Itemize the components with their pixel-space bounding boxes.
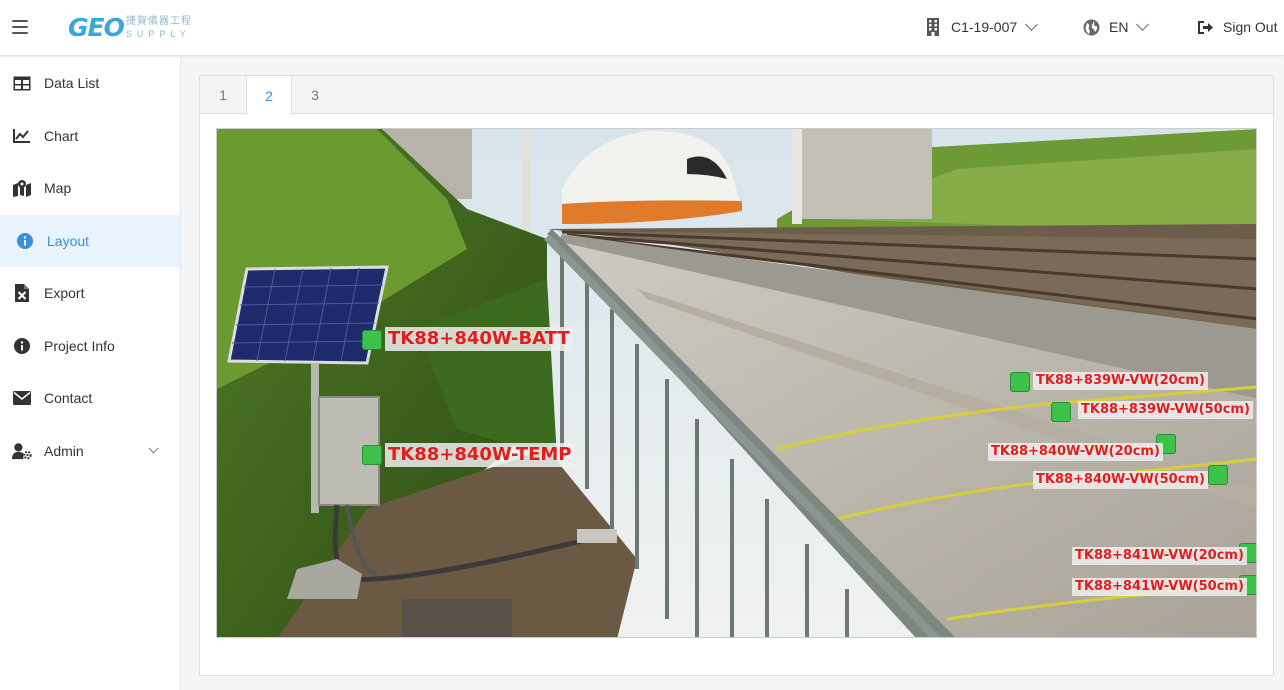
sensor-label: TK88+839W-VW(20cm) bbox=[1033, 372, 1208, 390]
sensor-label: TK88+841W-VW(50cm) bbox=[1072, 578, 1247, 596]
layout-tabs: 1 2 3 bbox=[200, 76, 1273, 115]
site-layout-photo: TK88+840W-BATT TK88+840W-TEMP TK88+839W-… bbox=[216, 128, 1257, 638]
line-chart-icon bbox=[12, 126, 32, 146]
sidebar-item-label: Project Info bbox=[44, 337, 115, 354]
sidebar: Data List Chart Map Layout Export Projec… bbox=[0, 57, 181, 690]
sensor-label: TK88+840W-VW(50cm) bbox=[1033, 471, 1208, 489]
sidebar-item-data-list[interactable]: Data List bbox=[0, 57, 180, 110]
project-code: C1-19-007 bbox=[951, 19, 1018, 35]
sensor-marker-839w-vw20[interactable] bbox=[1010, 372, 1030, 392]
sensor-label: TK88+840W-BATT bbox=[385, 327, 573, 351]
sidebar-item-export[interactable]: Export bbox=[0, 267, 180, 320]
geo-supply-logo[interactable]: GEO 捷賀儀器工程 SUPPLY bbox=[68, 14, 192, 42]
chevron-down-icon bbox=[1136, 18, 1150, 31]
chevron-down-icon bbox=[1025, 18, 1039, 31]
tab-3[interactable]: 3 bbox=[292, 76, 338, 114]
sensor-marker-batt[interactable] bbox=[362, 330, 382, 350]
info-icon bbox=[12, 336, 32, 356]
tab-1[interactable]: 1 bbox=[200, 76, 246, 114]
sidebar-item-label: Map bbox=[44, 180, 72, 197]
sign-out-button[interactable]: Sign Out bbox=[1197, 17, 1277, 37]
envelope-icon bbox=[12, 388, 32, 408]
building-icon bbox=[927, 18, 939, 36]
sensor-marker-temp[interactable] bbox=[362, 445, 382, 465]
sidebar-item-chart[interactable]: Chart bbox=[0, 110, 180, 163]
sensor-marker-840w-vw50[interactable] bbox=[1208, 465, 1228, 485]
logo-subtitle-cn: 捷賀儀器工程 bbox=[125, 16, 192, 27]
layout-panel: 1 2 3 TK88+840W-BATT TK88+840W-TEMP TK88… bbox=[199, 75, 1274, 676]
sidebar-item-contact[interactable]: Contact bbox=[0, 372, 180, 425]
sensor-label: TK88+841W-VW(20cm) bbox=[1072, 547, 1247, 565]
user-gear-icon bbox=[12, 441, 32, 461]
sensor-label: TK88+840W-TEMP bbox=[385, 443, 575, 467]
sidebar-item-layout[interactable]: Layout bbox=[0, 214, 180, 267]
sidebar-item-label: Export bbox=[44, 285, 85, 302]
table-icon bbox=[12, 73, 32, 93]
sign-out-label: Sign Out bbox=[1223, 19, 1278, 35]
sensor-label: TK88+839W-VW(50cm) bbox=[1078, 401, 1253, 419]
sidebar-item-map[interactable]: Map bbox=[0, 162, 180, 215]
logo-subtitle-en: SUPPLY bbox=[125, 29, 191, 39]
logo-text: GEO bbox=[68, 13, 125, 42]
excel-file-icon bbox=[12, 283, 32, 303]
sidebar-item-project-info[interactable]: Project Info bbox=[0, 320, 180, 373]
project-selector[interactable]: C1-19-007 bbox=[926, 17, 1039, 37]
chevron-down-icon bbox=[148, 443, 159, 453]
sensor-marker-839w-vw50[interactable] bbox=[1051, 402, 1071, 422]
sidebar-item-admin[interactable]: Admin bbox=[0, 425, 180, 478]
hamburger-menu-icon[interactable] bbox=[12, 20, 28, 34]
globe-icon bbox=[1083, 19, 1100, 35]
sidebar-item-label: Layout bbox=[47, 232, 90, 249]
sidebar-item-label: Data List bbox=[44, 75, 100, 92]
sensor-label: TK88+840W-VW(20cm) bbox=[988, 443, 1163, 461]
language-code: EN bbox=[1109, 19, 1129, 35]
map-icon bbox=[12, 178, 32, 198]
sidebar-item-label: Contact bbox=[44, 390, 93, 407]
sidebar-item-label: Admin bbox=[44, 442, 84, 459]
top-header: GEO 捷賀儀器工程 SUPPLY C1-19-007 EN Sign Out bbox=[0, 0, 1284, 56]
tab-2[interactable]: 2 bbox=[246, 76, 292, 115]
info-icon bbox=[15, 231, 35, 251]
language-selector[interactable]: EN bbox=[1083, 17, 1150, 37]
sidebar-item-label: Chart bbox=[44, 127, 79, 144]
sign-out-icon bbox=[1198, 20, 1213, 34]
